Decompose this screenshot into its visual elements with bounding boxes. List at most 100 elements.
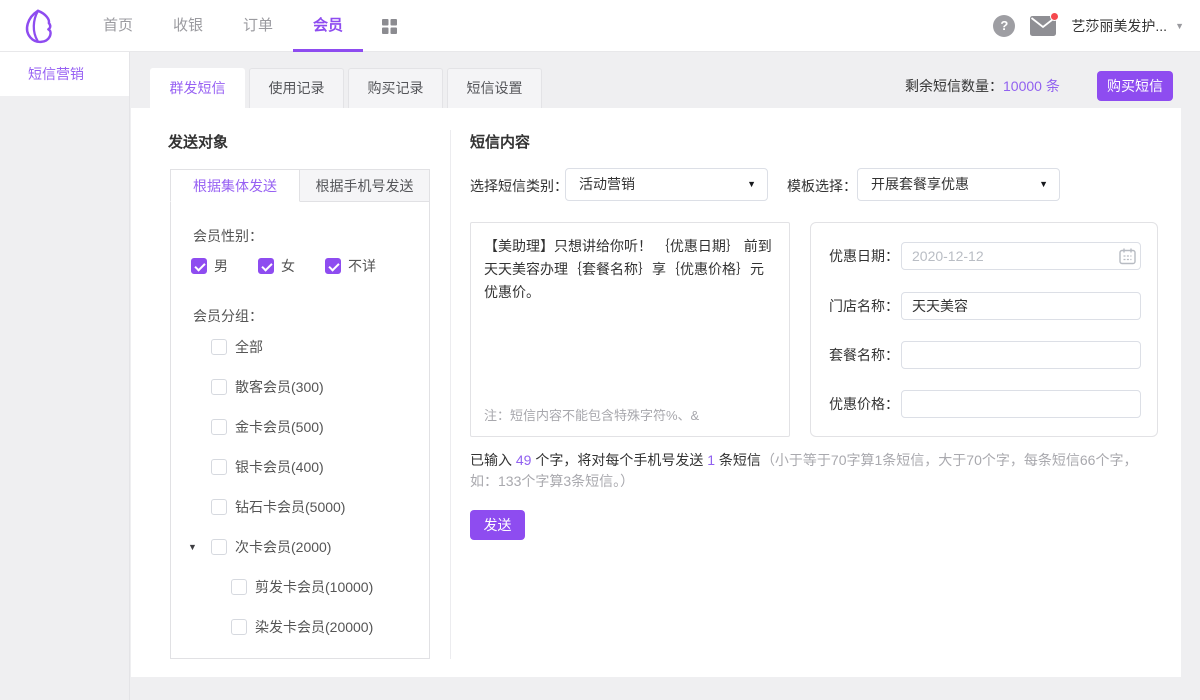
group-row-silver[interactable]: 银卡会员(400)	[171, 447, 429, 487]
send-target-title: 发送对象	[168, 131, 228, 152]
remaining-count: 10000	[1003, 78, 1042, 94]
group-row-all[interactable]: 全部	[171, 327, 429, 367]
checkbox-male[interactable]	[191, 258, 207, 274]
nav-item-home[interactable]: 首页	[83, 0, 153, 52]
group-row-walkin[interactable]: 散客会员(300)	[171, 367, 429, 407]
send-target-panel: 会员性别： 男 女 不详 会员分组： 全部 散客会员(300	[170, 201, 430, 659]
sidebar-item-sms-marketing[interactable]: 短信营销	[0, 52, 129, 96]
category-select-label: 选择短信类别：	[470, 176, 568, 196]
group-row-haircut-card[interactable]: 剪发卡会员(10000)	[171, 567, 429, 607]
discount-date-input[interactable]	[901, 242, 1141, 270]
gender-options: 男 女 不详	[191, 256, 376, 276]
store-name-input[interactable]	[901, 292, 1141, 320]
discount-price-input[interactable]	[901, 390, 1141, 418]
tab-purchase-records[interactable]: 购买记录	[348, 68, 443, 108]
store-name-label: 门店名称：	[811, 292, 899, 320]
field-row-store-name: 门店名称：	[811, 292, 1157, 320]
group-row-label: 剪发卡会员(10000)	[255, 577, 373, 597]
package-name-input[interactable]	[901, 341, 1141, 369]
send-button[interactable]: 发送	[470, 510, 525, 540]
group-row-label: 金卡会员(500)	[235, 417, 324, 437]
gender-label: 会员性别：	[193, 226, 263, 246]
template-select[interactable]: 开展套餐享优惠 ▼	[857, 168, 1060, 201]
remaining-sms-info: 剩余短信数量：10000 条	[905, 72, 1060, 100]
screen: 首页 收银 订单 会员 ? 艺莎丽美发护... ▼	[0, 0, 1200, 700]
topbar: 首页 收银 订单 会员 ? 艺莎丽美发护... ▼	[0, 0, 1200, 52]
sidebar: 短信营销	[0, 52, 130, 700]
panel-divider	[450, 130, 451, 659]
sms-preview-note: 注：短信内容不能包含特殊字符%、&	[484, 405, 699, 424]
gender-option-unknown[interactable]: 不详	[325, 256, 376, 276]
category-select[interactable]: 活动营销 ▼	[565, 168, 768, 201]
checkbox-group-haircut[interactable]	[231, 579, 247, 595]
char-count-info: 已输入 49 个字，将对每个手机号发送 1 条短信（小于等于70字算1条短信，大…	[470, 450, 1164, 492]
group-row-label: 全部	[235, 337, 263, 357]
group-row-haircolor-card[interactable]: 染发卡会员(20000)	[171, 607, 429, 647]
field-row-package-name: 套餐名称：	[811, 341, 1157, 369]
group-row-label: 次卡会员(2000)	[235, 537, 331, 557]
group-row-label: 银卡会员(400)	[235, 457, 324, 477]
checkbox-group-walkin[interactable]	[211, 379, 227, 395]
checkbox-group-haircolor[interactable]	[231, 619, 247, 635]
tab-sms-settings[interactable]: 短信设置	[447, 68, 542, 108]
count-prefix: 已输入	[470, 452, 516, 468]
group-row-punchcard[interactable]: ▼ 次卡会员(2000)	[171, 527, 429, 567]
help-icon[interactable]: ?	[993, 15, 1015, 37]
checkbox-unknown[interactable]	[325, 258, 341, 274]
chevron-down-icon: ▼	[1175, 21, 1184, 31]
template-fields-box: 优惠日期： 门店名称： 套餐名称： 优惠价格：	[810, 222, 1158, 437]
remaining-unit: 条	[1042, 78, 1060, 94]
send-target-tabs: 根据集体发送 根据手机号发送	[170, 169, 430, 202]
dropdown-caret-icon: ▼	[1039, 169, 1048, 200]
tab-usage-records[interactable]: 使用记录	[249, 68, 344, 108]
group-row-label: 钻石卡会员(5000)	[235, 497, 345, 517]
tab-bulk-sms[interactable]: 群发短信	[150, 68, 245, 108]
gender-option-female[interactable]: 女	[258, 256, 295, 276]
sms-tabs: 群发短信 使用记录 购买记录 短信设置	[150, 68, 542, 108]
group-row-diamond[interactable]: 钻石卡会员(5000)	[171, 487, 429, 527]
checkbox-group-punchcard[interactable]	[211, 539, 227, 555]
group-row-label: 散客会员(300)	[235, 377, 324, 397]
template-select-value: 开展套餐享优惠	[871, 176, 969, 192]
nav-item-orders[interactable]: 订单	[223, 0, 293, 52]
category-select-value: 活动营销	[579, 176, 635, 192]
gender-option-label: 男	[214, 256, 228, 276]
package-name-label: 套餐名称：	[811, 341, 899, 369]
sms-preview-text: 【美助理】只想讲给你听！ ｛优惠日期｝ 前到天天美容办理｛套餐名称｝享｛优惠价格…	[484, 235, 776, 304]
calendar-icon[interactable]	[1119, 248, 1136, 265]
apps-grid-icon[interactable]	[382, 19, 397, 34]
buy-sms-button[interactable]: 购买短信	[1097, 71, 1173, 101]
count-value2: 1	[707, 452, 715, 468]
checkbox-group-diamond[interactable]	[211, 499, 227, 515]
member-group-list: 全部 散客会员(300) 金卡会员(500) 银卡会员(400) 钻石卡会员(5…	[171, 327, 429, 647]
gender-option-label: 不详	[348, 256, 376, 276]
tab-send-by-group[interactable]: 根据集体发送	[170, 169, 300, 202]
dropdown-caret-icon: ▼	[747, 169, 756, 200]
checkbox-group-silver[interactable]	[211, 459, 227, 475]
discount-price-label: 优惠价格：	[811, 390, 899, 418]
gender-option-label: 女	[281, 256, 295, 276]
group-row-gold[interactable]: 金卡会员(500)	[171, 407, 429, 447]
member-group-label: 会员分组：	[193, 306, 263, 326]
app-logo-icon	[18, 7, 56, 45]
group-row-label: 染发卡会员(20000)	[255, 617, 373, 637]
template-select-label: 模板选择：	[787, 176, 857, 196]
field-row-discount-price: 优惠价格：	[811, 390, 1157, 418]
checkbox-group-all[interactable]	[211, 339, 227, 355]
count-mid: 个字，将对每个手机号发送	[531, 452, 707, 468]
mail-icon[interactable]	[1030, 16, 1056, 36]
topbar-right: ? 艺莎丽美发护... ▼	[993, 0, 1184, 52]
user-menu[interactable]: 艺莎丽美发护... ▼	[1071, 16, 1184, 36]
checkbox-female[interactable]	[258, 258, 274, 274]
gender-option-male[interactable]: 男	[191, 256, 228, 276]
count-value: 49	[516, 452, 532, 468]
sms-preview-box: 【美助理】只想讲给你听！ ｛优惠日期｝ 前到天天美容办理｛套餐名称｝享｛优惠价格…	[470, 222, 790, 437]
tab-send-by-phone[interactable]: 根据手机号发送	[300, 169, 430, 202]
nav-item-cashier[interactable]: 收银	[153, 0, 223, 52]
sms-content-title: 短信内容	[470, 131, 530, 152]
nav-item-members[interactable]: 会员	[293, 0, 363, 52]
expand-caret-icon[interactable]: ▼	[188, 542, 197, 552]
checkbox-group-gold[interactable]	[211, 419, 227, 435]
notification-dot	[1050, 12, 1059, 21]
user-name: 艺莎丽美发护...	[1071, 16, 1167, 36]
